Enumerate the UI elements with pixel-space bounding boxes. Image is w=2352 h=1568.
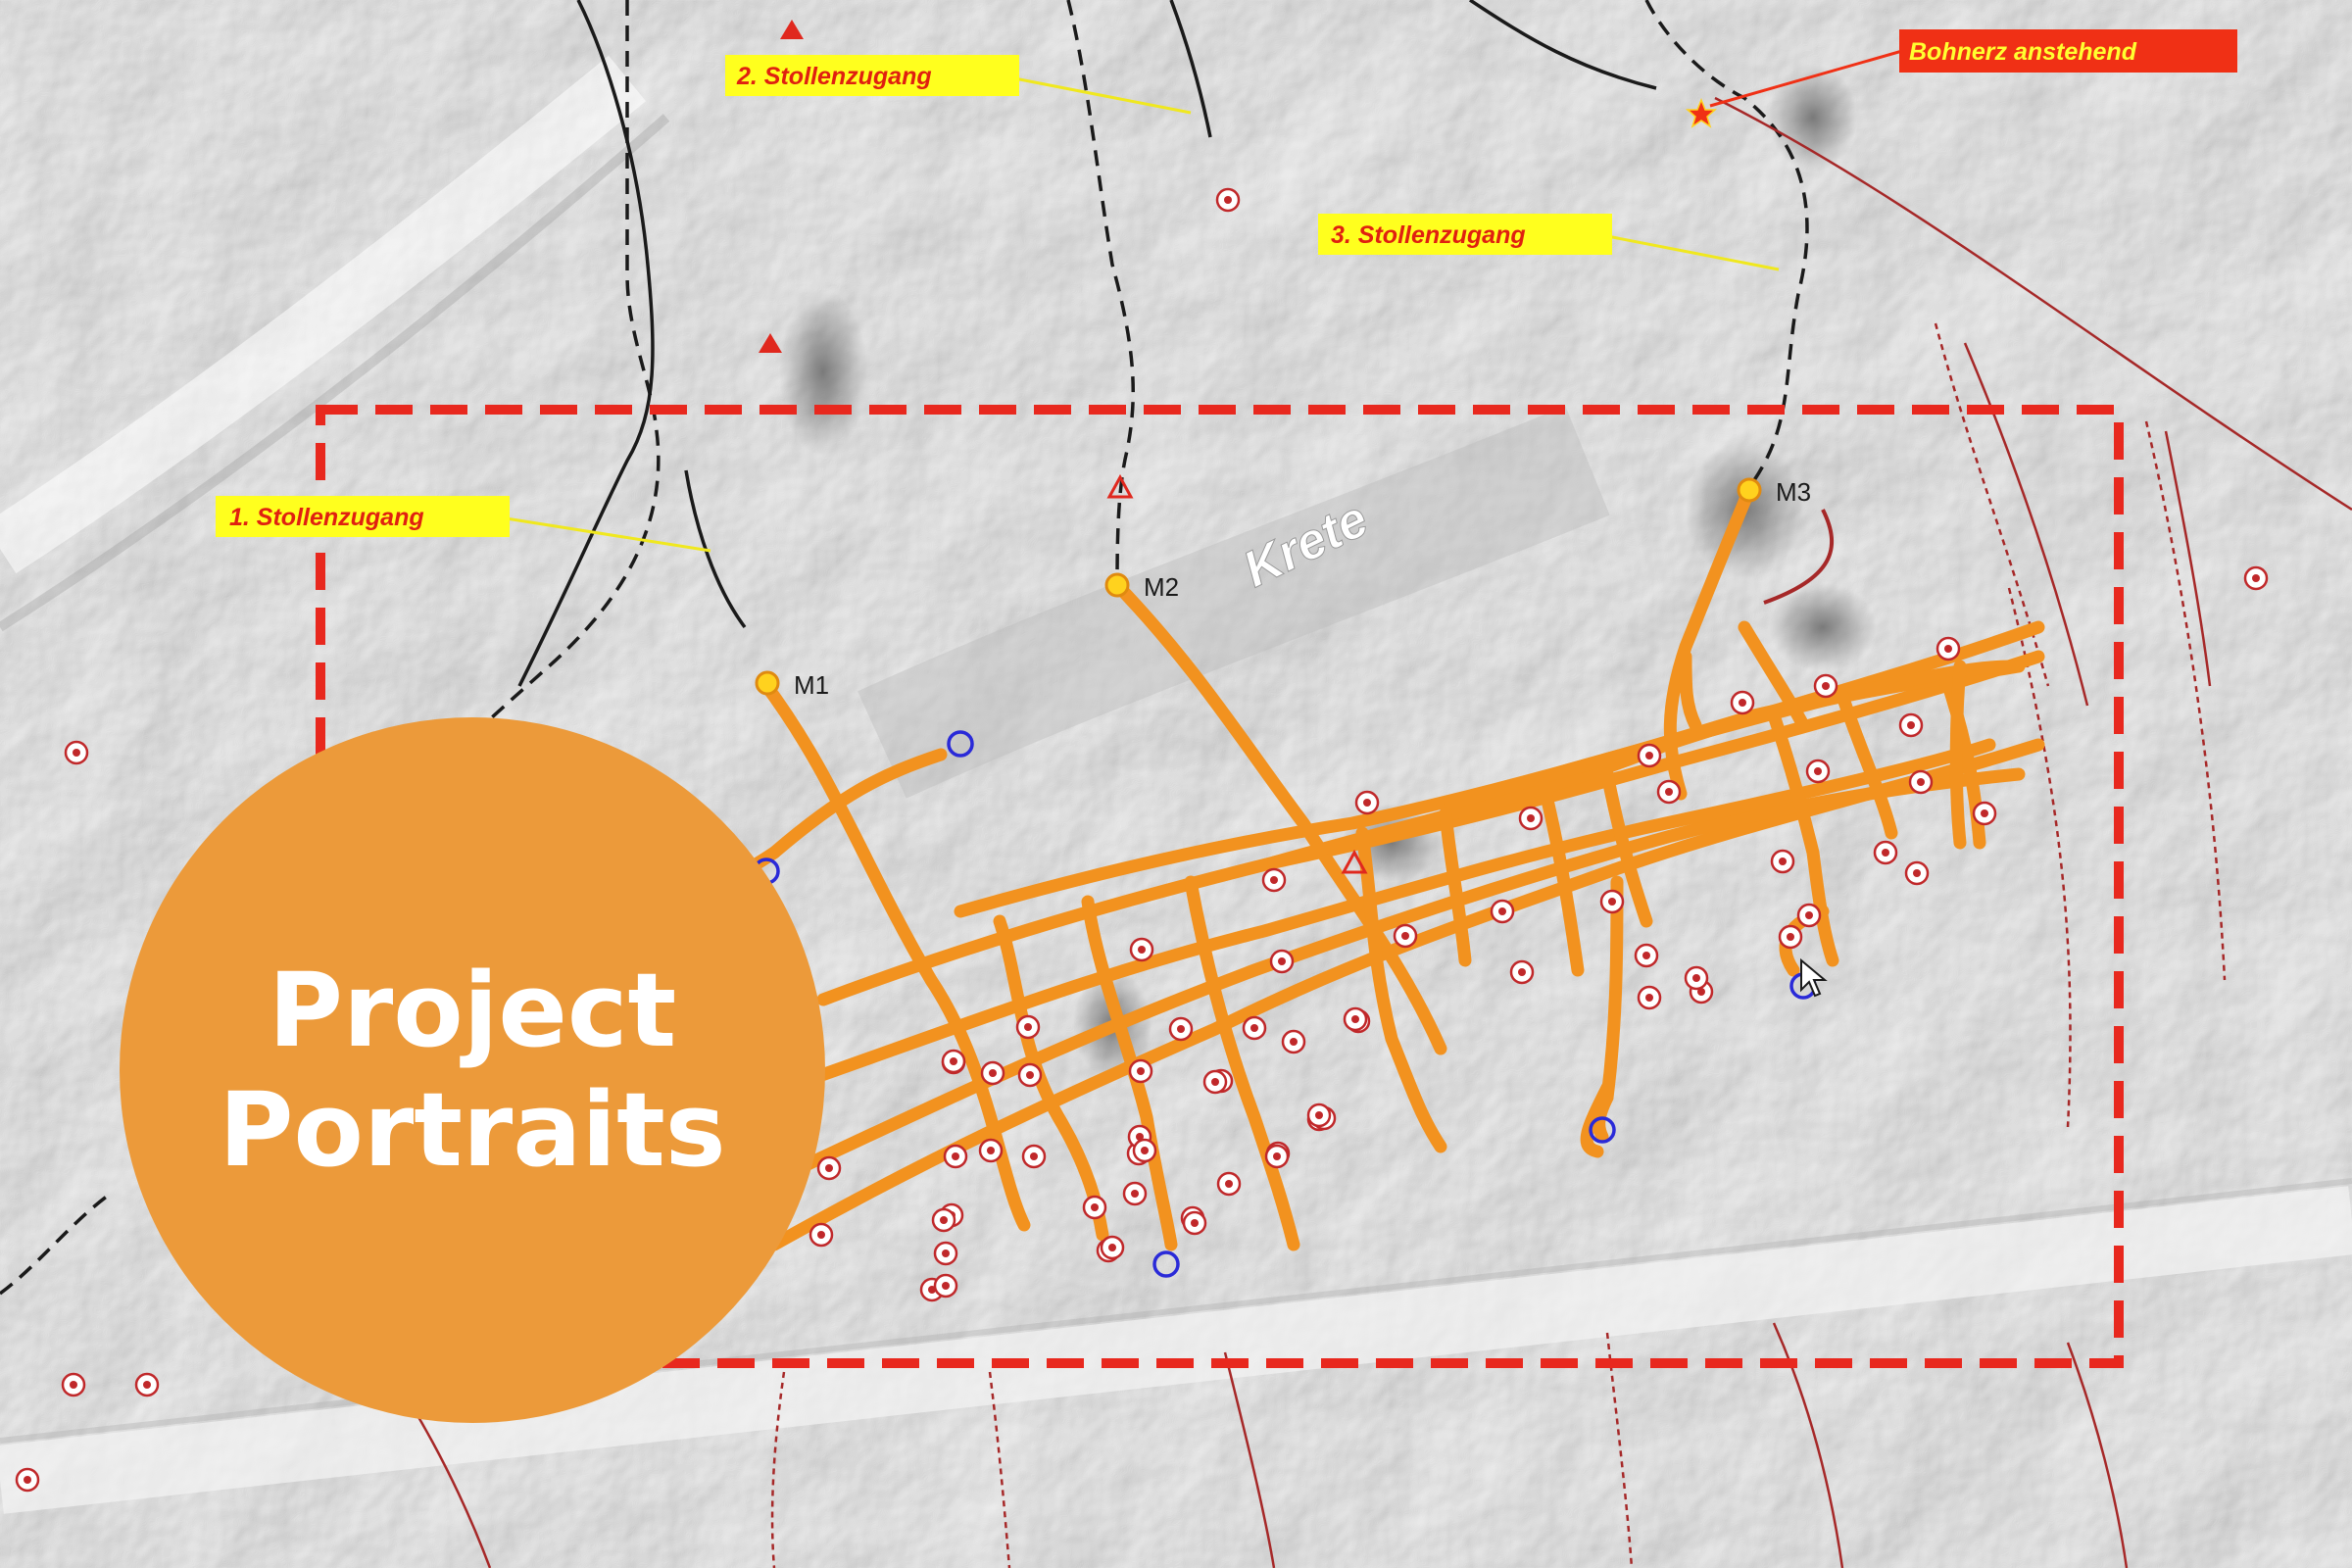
drill-site-marker	[2243, 565, 2269, 591]
drill-site-marker	[1904, 860, 1930, 886]
drill-site-marker	[931, 1207, 956, 1233]
drill-site-marker	[1261, 867, 1287, 893]
drill-site-marker	[1082, 1195, 1107, 1220]
drill-site-marker	[1168, 1016, 1194, 1042]
callout-text: 3. Stollenzugang	[1331, 221, 1526, 249]
drill-site-marker	[1021, 1144, 1047, 1169]
drill-site-marker	[1281, 1029, 1306, 1054]
drill-site-marker	[1017, 1062, 1043, 1088]
drill-site-marker	[1972, 801, 1997, 826]
drill-site-marker	[1778, 924, 1803, 950]
drill-site-marker	[1215, 187, 1241, 213]
drill-site-marker	[1354, 790, 1380, 815]
relief-shadow	[1769, 64, 1857, 172]
drill-site-marker	[1269, 949, 1295, 974]
drill-site-marker	[1656, 779, 1682, 805]
callout-text: 2. Stollenzugang	[736, 63, 932, 90]
drill-site-marker	[64, 740, 89, 765]
drill-site-marker	[1343, 1006, 1368, 1032]
drill-site-marker	[1100, 1235, 1125, 1260]
drill-site-marker	[978, 1138, 1004, 1163]
project-portrait-image: 1. Stollenzugang 2. Stollenzugang 3. Sto…	[0, 0, 2352, 1568]
drill-site-marker	[1216, 1171, 1242, 1197]
drill-site-marker	[1873, 840, 1898, 865]
drill-site-marker	[1132, 1138, 1157, 1163]
drill-site-marker	[134, 1372, 160, 1397]
drill-site-marker	[1122, 1181, 1148, 1206]
callout-stollenzugang-1: 1. Stollenzugang	[216, 496, 510, 537]
drill-site-marker	[1518, 806, 1544, 831]
shaft-label: M1	[794, 670, 829, 700]
drill-site-marker	[1182, 1210, 1207, 1236]
drill-site-marker	[1393, 923, 1418, 949]
drill-site-marker	[1805, 759, 1831, 784]
drill-site-marker	[1813, 673, 1838, 699]
callout-text: 1. Stollenzugang	[229, 504, 424, 531]
callout-bohnerz: Bohnerz anstehend	[1899, 29, 2237, 73]
shaft-point	[755, 670, 780, 696]
shaft-point	[1737, 477, 1762, 503]
badge-line-1: Project	[268, 951, 677, 1070]
callout-text: Bohnerz anstehend	[1909, 38, 2137, 66]
drill-site-marker	[1936, 636, 1961, 662]
relief-shadow	[779, 289, 867, 456]
drill-site-marker	[1684, 965, 1709, 991]
badge-line-2: Portraits	[219, 1070, 726, 1190]
drill-site-marker	[933, 1273, 958, 1298]
shaft-label: M2	[1144, 572, 1179, 602]
drill-site-marker	[1908, 769, 1934, 795]
drill-site-marker	[943, 1144, 968, 1169]
drill-site-marker	[1599, 889, 1625, 914]
relief-shadow	[1769, 583, 1877, 671]
shaft-label: M3	[1776, 477, 1811, 507]
drill-site-marker	[1490, 899, 1515, 924]
drill-site-marker	[15, 1467, 40, 1493]
drill-site-marker	[808, 1222, 834, 1248]
drill-site-marker	[933, 1241, 958, 1266]
drill-site-marker	[1128, 1058, 1153, 1084]
drill-site-marker	[816, 1155, 842, 1181]
drill-site-marker	[1898, 712, 1924, 738]
drill-site-marker	[1306, 1102, 1332, 1128]
drill-site-marker	[1634, 943, 1659, 968]
drill-site-marker	[980, 1060, 1005, 1086]
drill-site-marker	[1202, 1069, 1228, 1095]
drill-site-marker	[61, 1372, 86, 1397]
callout-stollenzugang-2: 2. Stollenzugang	[725, 55, 1019, 96]
tunnel-crosscut	[1949, 660, 1967, 850]
drill-site-marker	[1637, 985, 1662, 1010]
drill-site-marker	[1264, 1144, 1290, 1169]
drill-site-marker	[1730, 690, 1755, 715]
drill-site-marker	[1770, 849, 1795, 874]
drill-site-marker	[1637, 743, 1662, 768]
drill-site-marker	[941, 1049, 966, 1074]
shaft-point	[1104, 572, 1130, 598]
project-portraits-badge: Project Portraits	[120, 717, 825, 1423]
drill-site-marker	[1129, 937, 1154, 962]
drill-site-marker	[1509, 959, 1535, 985]
drill-site-marker	[1015, 1014, 1041, 1040]
drill-site-marker	[1796, 903, 1822, 928]
callout-stollenzugang-3: 3. Stollenzugang	[1318, 214, 1612, 255]
drill-site-marker	[1242, 1015, 1267, 1041]
